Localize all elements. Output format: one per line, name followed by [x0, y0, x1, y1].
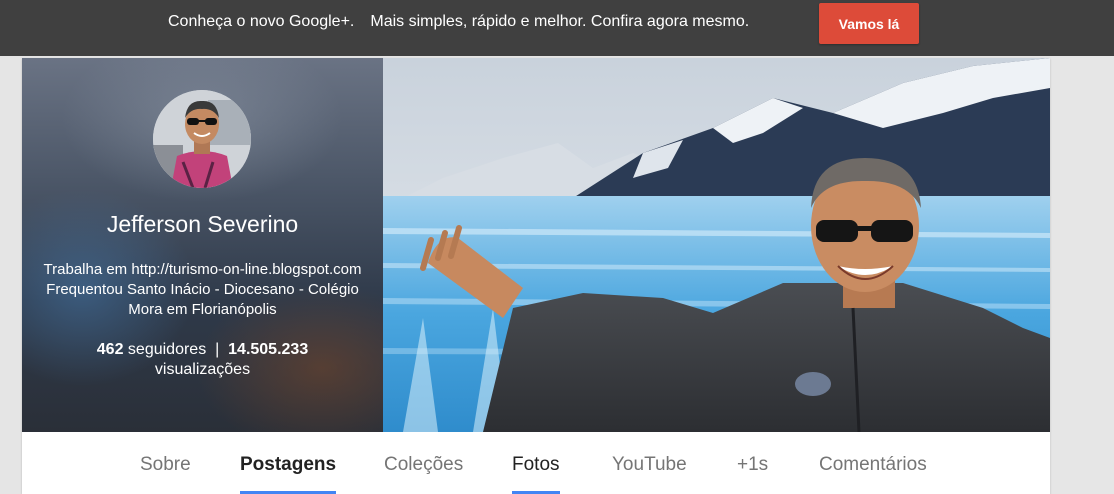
profile-name: Jefferson Severino [106, 211, 299, 237]
promo-banner: Conheça o novo Google+. Mais simples, ráp… [0, 0, 1114, 56]
avatar[interactable] [153, 90, 251, 188]
tab-colecoes-label: Coleções [384, 454, 464, 475]
stats-separator: | [215, 341, 220, 358]
followers-label[interactable]: seguidores [128, 341, 206, 358]
views-count: 14.505.233 [228, 341, 309, 358]
profile-info: Trabalha em http://turismo-on-line.blogs… [36, 260, 369, 320]
vamos-la-button[interactable]: Vamos lá [819, 3, 919, 44]
profile-tabs: Sobre Postagens Coleções Fotos YouTube +… [22, 432, 1050, 494]
tab-sobre[interactable]: Sobre [140, 454, 191, 494]
tab-sobre-label: Sobre [140, 454, 191, 475]
followers-count: 462 [96, 341, 124, 358]
info-location: Mora em Florianópolis [128, 301, 277, 318]
tab-plus-ones[interactable]: +1s [737, 454, 768, 494]
info-education: Frequentou Santo Inácio - Diocesano - Co… [46, 281, 359, 298]
promo-message-detail: Mais simples, rápido e melhor. Confira a… [370, 13, 750, 30]
cover-image [383, 58, 1050, 432]
profile-stats: 462 seguidores | 14.505.233 visualizaçõe… [22, 340, 383, 380]
tab-comentarios-label: Comentários [819, 454, 927, 475]
tab-youtube-label: YouTube [612, 454, 687, 475]
avatar-photo [153, 90, 251, 188]
tab-colecoes[interactable]: Coleções [384, 454, 463, 494]
tab-fotos[interactable]: Fotos [512, 454, 560, 494]
tab-comentarios[interactable]: Comentários [819, 454, 927, 494]
cover-photo[interactable] [383, 58, 1050, 432]
profile-card: Jefferson Severino Trabalha em http://tu… [22, 58, 1050, 494]
tab-postagens[interactable]: Postagens [240, 454, 337, 494]
page-background [1050, 56, 1114, 494]
tab-plus-ones-label: +1s [737, 454, 769, 475]
profile-info-panel: Jefferson Severino Trabalha em http://tu… [22, 58, 383, 432]
info-work: Trabalha em http://turismo-on-line.blogs… [43, 261, 362, 278]
views-label: visualizações [154, 361, 251, 378]
tab-youtube[interactable]: YouTube [612, 454, 687, 494]
tab-postagens-label: Postagens [240, 454, 337, 475]
promo-message-intro: Conheça o novo Google+. [168, 13, 355, 30]
promo-message: Conheça o novo Google+. Mais simples, ráp… [168, 12, 749, 32]
tab-fotos-label: Fotos [512, 454, 560, 475]
